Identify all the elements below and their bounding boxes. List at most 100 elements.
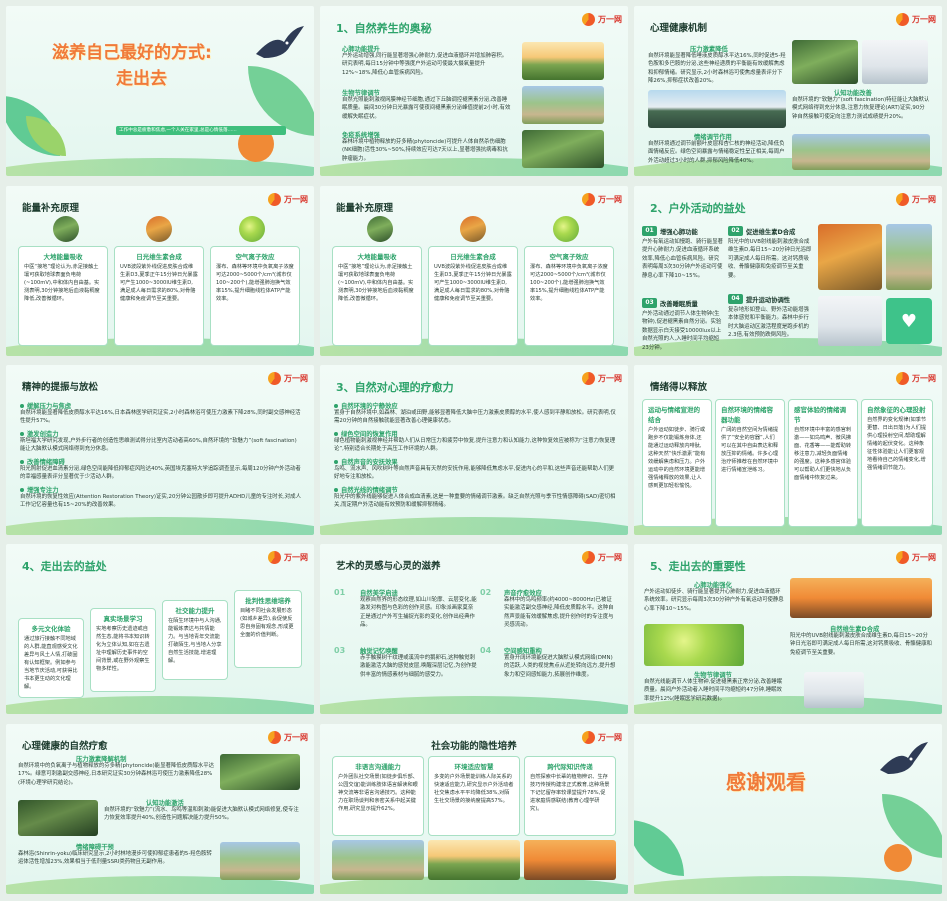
photo-walker [792, 134, 930, 170]
energy-card: 大地能量吸收 中医“接地”理论认为,赤足接触土壤可获取地球表面负电荷(~100mV… [332, 246, 422, 346]
photo-mountain-hike [428, 840, 520, 880]
item-text: 斯坦福大学研究发现,户外步行者的创造性思维测试得分比室内活动者高60%,自然环境… [20, 438, 297, 453]
slide-social-skills[interactable]: 万一网 社会功能的隐性培养 非语言沟通能力 户外团队社交场景(如徒步俱乐部、公园交… [320, 724, 628, 894]
brand-logo: 万一网 [268, 370, 308, 386]
photo-forest [792, 40, 858, 84]
photo-circle-feet [146, 216, 172, 242]
item-text: 鸟鸣、流水声、风吹树叶等自然声音具有天然的安抚作用,能够降低焦虑水平,促进内心的… [334, 466, 615, 481]
emotion-card: 运动与情绪宣泄的结合 户外运动如徒步、骑行或跑步不仅能锻炼身体,还能通过运动释放内… [642, 399, 712, 527]
photo-family-walk [524, 840, 616, 880]
cover-title-line2: 走出去 [116, 69, 167, 89]
item-text: 森林中的鸟鸣频率(约4000~8000Hz)已被证实能激活副交感神经,降低皮质醇… [504, 597, 614, 629]
emotion-card: 感官体验的情绪调节 自然环境中丰富的感官刺激——如鸟鸣声、微风拂面、花香等——能帮… [788, 399, 858, 527]
brand-logo: 万一网 [896, 191, 936, 207]
photo-circle-feet [460, 216, 486, 242]
energy-card: 大地能量吸收 中医“接地”理论认为,赤足接触土壤可获取地球表面负电荷(~100mV… [18, 246, 108, 346]
item-text: 复杂地形如登山、野外活动能增强本体感觉和平衡能力。森林中步行时大脑运动区激活程度… [728, 307, 809, 339]
item-number: 01 [642, 226, 657, 236]
photo-forest [220, 754, 300, 790]
item-text: 自然光照能刺激视网膜神经节细胞,通过下丘脑调控褪黑素分泌,改善睡眠质量。晨间30… [342, 97, 511, 120]
brand-logo-icon [896, 192, 909, 206]
photo-runner [522, 86, 604, 124]
photo-masked-person [804, 672, 864, 708]
item-text: 森林浴(Shinrin-yoku)临床研究显示,2小时林地漫步可使抑郁症患者的5… [18, 851, 212, 866]
slide-title: 艺术的灵感与心灵的滋养 [336, 561, 441, 572]
swallow-bird-icon [880, 742, 928, 774]
energy-card: 空气离子效应 瀑布、森林等环境中负氧离子浓度可达2000~5000个/cm³(城市… [524, 246, 614, 346]
brand-logo-icon [268, 192, 281, 206]
item-text: 户外有氧运动如慢跑、骑行能显著提升心肺耐力,促进血液循环系统效率,降低心血管疾病… [642, 239, 723, 279]
photo-snow-tree [862, 40, 928, 84]
slide-energy-copy[interactable]: 万一网 能量补充原理 大地能量吸收 中医“接地”理论认为,赤足接触土壤可获取地球表… [320, 186, 628, 356]
slide-thanks[interactable]: 感谢观看 [634, 724, 942, 894]
photo-lake [648, 90, 786, 128]
item-text: 自然环境中的负氧离子与植物释放的芬多精(phytoncide)能显著降低皮质醇水… [18, 763, 214, 786]
photo-forest-walk [220, 842, 300, 880]
item-number: 04 [728, 294, 743, 304]
brand-logo-icon [582, 371, 595, 385]
photo-circle-leaves [553, 216, 579, 242]
slide-mental-mechanism[interactable]: 万一网 心理健康机制 压力激素降低 自然环境能显著降低唾液皮质醇水平达16%,同… [634, 6, 942, 176]
brand-logo: 万一网 [896, 370, 936, 386]
slide-spirit[interactable]: 万一网 精神的提振与放松 缓解压力与焦虑 自然环境能显著降低皮质醇水平达16%,… [6, 365, 314, 535]
item-heading: 改善睡眠质量 [660, 301, 698, 308]
slide-nature-health[interactable]: 万一网 1、自然养生的奥秘 心肺功能提升 户外运动增强,同行能显著增强心肺耐力,… [320, 6, 628, 176]
energy-card: 日光维生素合成 UVB波段紫外线促进皮肤合成维生素D3,夏季正午15分钟日光暴露可… [428, 246, 518, 346]
brand-logo-icon [268, 730, 281, 744]
emotion-card: 自然环境的情绪容器功能 广阔的自然空间为情绪提供了“安全的容器”,人们可以在其中自… [715, 399, 785, 527]
photo-moss-forest [18, 800, 98, 836]
social-card: 环境适应智慧 多变的户外场景能训练人际关系的快速适应能力,研究显示户外活动者社交焦… [428, 756, 520, 836]
slide-importance[interactable]: 万一网 5、走出去的重要性 心肺功能强化 户外运动如徒步、骑行能显著提升心肺耐力… [634, 544, 942, 714]
heart-icon: ♥ [886, 298, 932, 344]
slide-going-out-benefits[interactable]: 万一网 4、走出去的益处 多元文化体验 通过旅行接触不同地域的人群,能直观感受文化… [6, 544, 314, 714]
photo-green-silhouette [644, 624, 744, 666]
slide-title: 5、走出去的重要性 [650, 560, 746, 573]
item-number: 02 [728, 226, 743, 236]
slide-title: 情绪得以释放 [650, 382, 708, 393]
cover-subtitle: 工作中总是疲惫和焦虑,一个人关在家里,总是心情低落…… [116, 126, 286, 136]
brand-logo-icon [268, 550, 281, 564]
bullet-icon [334, 432, 338, 436]
brand-logo: 万一网 [582, 729, 622, 745]
cover-title-line1: 滋养自己最好的方式: [52, 43, 212, 63]
bullet-icon [20, 488, 24, 492]
slide-cover[interactable]: 滋养自己最好的方式: 走出去 工作中总是疲惫和焦虑,一个人关在家里,总是心情低落… [6, 6, 314, 176]
slide-art-inspiration[interactable]: 万一网 艺术的灵感与心灵的滋养 01 自然美学启迪 观察自然界的形态纹理,如山川… [320, 544, 628, 714]
slide-title: 4、走出去的益处 [22, 560, 107, 573]
item-heading: 提升运动协调性 [746, 297, 791, 304]
slide-energy[interactable]: 万一网 能量补充原理 大地能量吸收 中医“接地”理论认为,赤足接触土壤可获取地球表… [6, 186, 314, 356]
brand-logo-icon [582, 730, 595, 744]
slide-title: 心理健康的自然疗愈 [22, 741, 108, 752]
item-number: 03 [642, 298, 657, 308]
slide-emotion-release[interactable]: 万一网 情绪得以释放 运动与情绪宣泄的结合 户外运动如徒步、骑行或跑步不仅能锻炼身… [634, 365, 942, 535]
benefit-card: 社交能力提升 在陌生环境中与人沟通,能锻炼表达与共情能力。与当地青年交流能打破陌生… [162, 600, 228, 680]
brand-logo-icon [268, 371, 281, 385]
brand-logo-icon [896, 12, 909, 26]
item-text: 自然环境能显著降低唾液皮质醇水平达16%,同时促进5-羟色胺和多巴胺的分泌,这些… [648, 53, 786, 84]
social-card: 非语言沟通能力 户外团队社交场景(如徒步俱乐部、公园交谊)能训练肢体语言解读和眼神… [332, 756, 424, 836]
item-text: 置身于自然环境中,如森林、湖泊或田野,能够显著降低大脑中压力激素皮质醇的水平,使… [334, 410, 616, 425]
brand-logo: 万一网 [268, 549, 308, 565]
brand-logo: 万一网 [896, 549, 936, 565]
photo-autumn-runner [818, 224, 882, 290]
brand-logo: 万一网 [582, 11, 622, 27]
leaf-decoration [634, 820, 684, 876]
slide-grid: 滋养自己最好的方式: 走出去 工作中总是疲惫和焦虑,一个人关在家里,总是心情低落… [0, 0, 947, 901]
slide-title: 能量补充原理 [336, 203, 394, 214]
item-number: 02 [480, 588, 492, 597]
slide-title: 精神的提振与放松 [22, 382, 99, 393]
brand-logo-icon [582, 12, 595, 26]
item-text: 户外运动增强,同行能显著增强心肺耐力,促进血液循环并增加肺容积。研究表明,每日1… [342, 53, 508, 76]
leaf-decoration [26, 116, 66, 156]
brand-logo: 万一网 [582, 191, 622, 207]
slide-title: 3、自然对心理的疗愈力 [336, 381, 454, 394]
benefit-card: 批判性思维培养 目睹不同社会发展形态(如城乡差异),会促使反思自身固有观念,形成更… [234, 590, 302, 668]
slide-healing[interactable]: 万一网 3、自然对心理的疗愈力 自然环境的宁静效应 置身于自然环境中,如森林、湖… [320, 365, 628, 535]
slide-natural-healing[interactable]: 万一网 心理健康的自然疗愈 压力激素降解机制 自然环境中的负氧离子与植物释放的芬… [6, 724, 314, 894]
item-text: 阳光中的UVB射线能刺激皮肤合成维生素D,每日15~20分钟日光浴即可满足成人每… [790, 633, 932, 656]
slide-outdoor-benefits[interactable]: 万一网 2、户外活动的益处 01 增强心肺功能 户外有氧运动如慢跑、骑行能显著提… [634, 186, 942, 356]
brand-logo-icon [896, 371, 909, 385]
photo-hiker [886, 224, 932, 290]
item-text: 置身开阔环境能促进大脑默认模式网络(DMN)的活跃,人类的视觉焦点从近处转向远方… [504, 655, 616, 678]
social-card: 跨代际知识传递 自然探索中长辈的植物辨识、生存技巧传授构建非正式教育,这种场景下记… [524, 756, 616, 836]
